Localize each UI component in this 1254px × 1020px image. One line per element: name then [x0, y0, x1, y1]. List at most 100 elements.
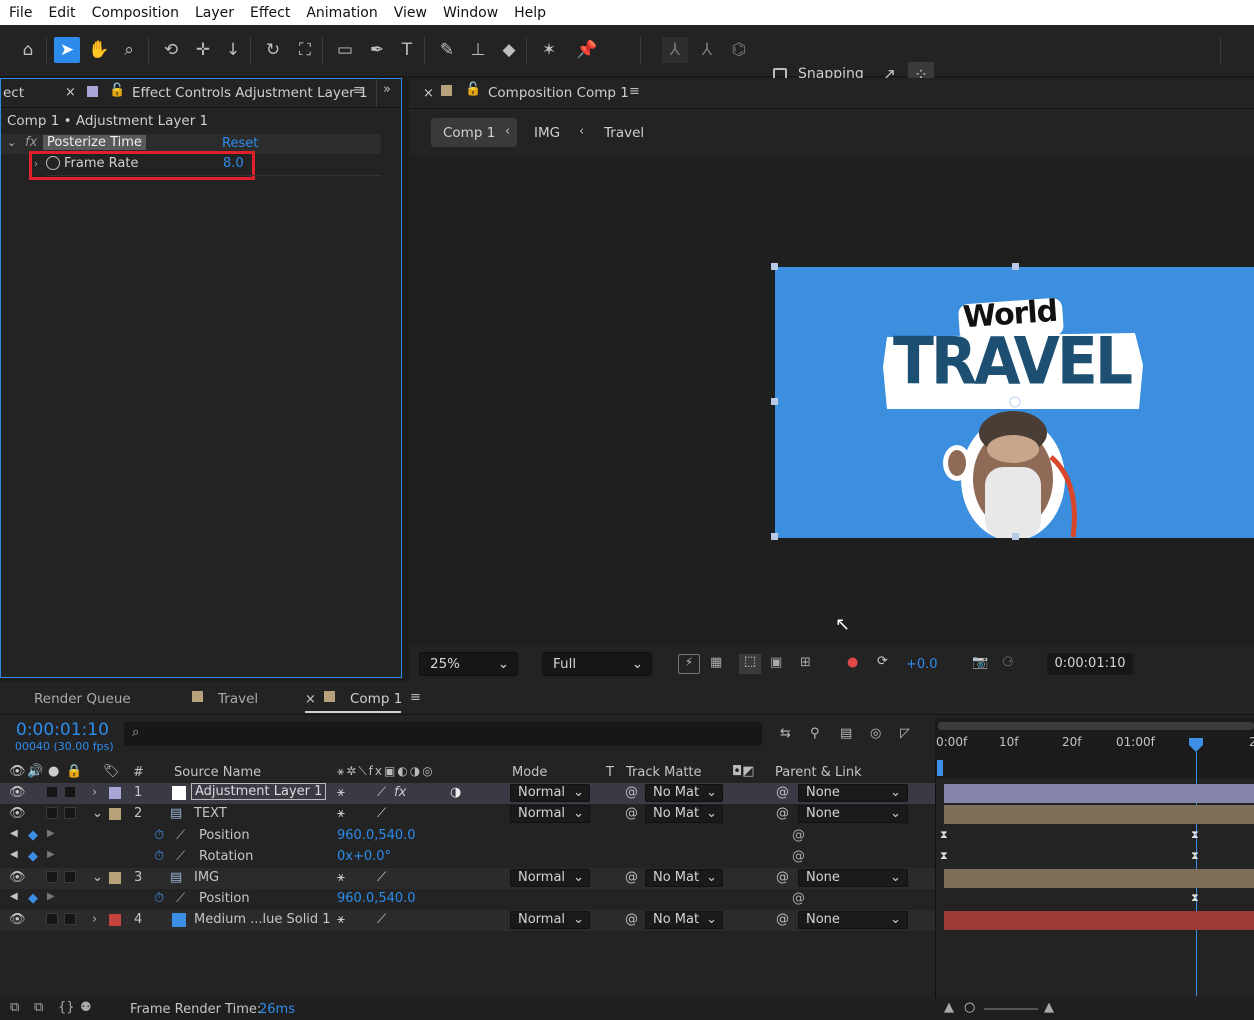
- zoom-in-icon[interactable]: ▲: [1044, 1000, 1054, 1015]
- tab-travel[interactable]: Travel: [218, 691, 258, 707]
- keyframe-diamond-icon[interactable]: ◆: [28, 891, 38, 906]
- mode-dropdown[interactable]: Normal ⌄: [510, 805, 590, 823]
- collapse-chevron-icon[interactable]: ⌄: [92, 870, 103, 885]
- graph-icon[interactable]: ⟋: [176, 891, 185, 906]
- pickwhip-icon[interactable]: @: [792, 828, 805, 843]
- transform-handle[interactable]: [1012, 263, 1019, 270]
- stopwatch-icon[interactable]: [46, 156, 60, 170]
- menu-animation[interactable]: Animation: [297, 5, 384, 21]
- mask-path-icon[interactable]: ⬚: [739, 654, 761, 674]
- keyframe-diamond-icon[interactable]: ◆: [28, 828, 38, 843]
- layer-name[interactable]: Adjustment Layer 1: [191, 783, 327, 800]
- transparency-grid-icon[interactable]: ▦: [710, 655, 722, 670]
- resolution-dropdown[interactable]: Full ⌄: [542, 652, 652, 676]
- next-keyframe-icon[interactable]: ▶: [47, 891, 55, 902]
- lock-switch[interactable]: [64, 786, 76, 802]
- visibility-eye-icon[interactable]: 👁: [9, 912, 26, 927]
- keyframe-diamond-icon[interactable]: ◆: [28, 849, 38, 864]
- panel-menu-icon[interactable]: ≡: [353, 83, 364, 98]
- orbit-icon[interactable]: ⟲: [158, 37, 184, 63]
- layer-name[interactable]: TEXT: [194, 806, 227, 821]
- adjustment-switch-icon[interactable]: ◑: [450, 785, 461, 800]
- home-icon[interactable]: ⌂: [15, 37, 41, 63]
- layer-bar-4[interactable]: [944, 911, 1254, 930]
- panel-menu-icon[interactable]: ≡: [629, 84, 640, 99]
- header-source-name[interactable]: Source Name: [174, 765, 261, 780]
- shy-switch-icon[interactable]: ⚹: [337, 912, 345, 927]
- eraser-icon[interactable]: ◆: [496, 37, 522, 63]
- puppet-pin-icon[interactable]: 📌: [574, 37, 600, 63]
- breadcrumb-comp1[interactable]: Comp 1: [443, 125, 495, 141]
- prev-tab-label[interactable]: ect: [3, 85, 24, 101]
- composition-tab[interactable]: Composition Comp 1: [488, 85, 629, 101]
- expand-chevron-icon[interactable]: ›: [92, 912, 97, 927]
- track-matte-dropdown[interactable]: No Mat ⌄: [645, 869, 723, 887]
- layer-bar-1[interactable]: [944, 784, 1254, 803]
- keyframe-icon[interactable]: ⧗: [940, 828, 948, 842]
- breadcrumb-img[interactable]: IMG: [534, 125, 560, 141]
- comp-frame[interactable]: World TRAVEL: [775, 267, 1254, 538]
- pickwhip-icon[interactable]: @: [776, 912, 789, 927]
- parent-dropdown[interactable]: None ⌄: [798, 784, 908, 802]
- axis-view-icon[interactable]: ⌬: [726, 37, 752, 63]
- collapse-chevron-icon[interactable]: ⌄: [7, 136, 16, 149]
- zoom-icon[interactable]: ⌕: [116, 37, 142, 63]
- pickwhip-icon[interactable]: @: [776, 870, 789, 885]
- layer-name[interactable]: IMG: [194, 870, 219, 885]
- channel-rgb-icon[interactable]: ●: [847, 655, 858, 670]
- close-tab-icon[interactable]: ×: [305, 692, 316, 707]
- comp-mini-flowchart-icon[interactable]: ⇆: [780, 726, 791, 741]
- shy-switch-icon[interactable]: ⚹: [337, 785, 345, 800]
- tab-render-queue[interactable]: Render Queue: [34, 691, 131, 707]
- layer-row-1[interactable]: 👁 › 1 Adjustment Layer 1 ⚹ ⟋ fx ◑ Normal…: [0, 783, 935, 804]
- shy-switch-icon[interactable]: ⚹: [337, 806, 345, 821]
- transform-handle[interactable]: [771, 533, 778, 540]
- color-management-icon[interactable]: ⟳: [877, 654, 888, 669]
- property-row[interactable]: ◀ ◆ ▶ ⏱ ⟋ Position 960.0,540.0 @: [0, 826, 935, 847]
- toggle-modes-icon[interactable]: ⧉: [34, 1000, 43, 1015]
- layer-row-4[interactable]: 👁 › 4 Medium ...lue Solid 1 ⚹ ⟋ Normal ⌄ …: [0, 910, 935, 931]
- fx-badge[interactable]: fx: [25, 135, 37, 150]
- property-value[interactable]: 0x+0.0°: [337, 849, 391, 864]
- fast-preview-icon[interactable]: ⚡: [678, 654, 700, 674]
- effect-name[interactable]: Posterize Time: [43, 135, 146, 150]
- visibility-eye-icon[interactable]: 👁: [9, 806, 26, 821]
- graph-editor-icon[interactable]: ◸: [900, 726, 910, 741]
- expand-chevron-icon[interactable]: ›: [92, 785, 97, 800]
- toggle-render-time-icon[interactable]: ⚉: [80, 1000, 92, 1015]
- lock-switch[interactable]: [64, 807, 76, 823]
- solo-switch[interactable]: [46, 871, 58, 887]
- quality-switch-icon[interactable]: ⟋: [377, 806, 386, 821]
- transform-handle[interactable]: [771, 263, 778, 270]
- overflow-chevron-icon[interactable]: »: [383, 82, 391, 97]
- keyframe-icon[interactable]: ⧗: [1191, 849, 1199, 863]
- prev-keyframe-icon[interactable]: ◀: [10, 849, 18, 860]
- show-snapshot-icon[interactable]: ⚆: [1002, 655, 1014, 670]
- keyframe-icon[interactable]: ⧗: [1191, 891, 1199, 905]
- type-icon[interactable]: T: [394, 37, 420, 63]
- brush-icon[interactable]: ✎: [434, 37, 460, 63]
- menu-file[interactable]: File: [0, 5, 39, 21]
- menu-composition[interactable]: Composition: [83, 5, 186, 21]
- mode-dropdown[interactable]: Normal ⌄: [510, 784, 590, 802]
- lock-switch[interactable]: [64, 871, 76, 887]
- clone-stamp-icon[interactable]: ⊥: [465, 37, 491, 63]
- menu-effect[interactable]: Effect: [241, 5, 297, 21]
- zoom-dropdown[interactable]: 25% ⌄: [419, 652, 518, 676]
- graph-icon[interactable]: ⟋: [176, 849, 185, 864]
- stopwatch-icon[interactable]: ⏱: [154, 891, 164, 906]
- zoom-slider-track[interactable]: [984, 1008, 1038, 1010]
- pan-icon[interactable]: ✛: [190, 37, 216, 63]
- rectangle-icon[interactable]: ▭: [332, 37, 358, 63]
- keyframe-icon[interactable]: ⧗: [1191, 828, 1199, 842]
- layer-label-color[interactable]: [109, 872, 121, 884]
- pickwhip-icon[interactable]: @: [776, 785, 789, 800]
- selection-arrow-icon[interactable]: ➤: [54, 37, 80, 63]
- hand-icon[interactable]: ✋: [86, 37, 112, 63]
- track-matte-dropdown[interactable]: No Mat ⌄: [645, 784, 723, 802]
- panel-menu-icon[interactable]: ≡: [410, 690, 421, 705]
- fx-switch-icon[interactable]: fx: [394, 785, 406, 800]
- timecode-field[interactable]: 0:00:01:10: [1047, 653, 1133, 675]
- shy-layers-icon[interactable]: ⚲: [810, 726, 820, 741]
- property-row[interactable]: ◀ ◆ ▶ ⏱ ⟋ Rotation 0x+0.0° @: [0, 847, 935, 868]
